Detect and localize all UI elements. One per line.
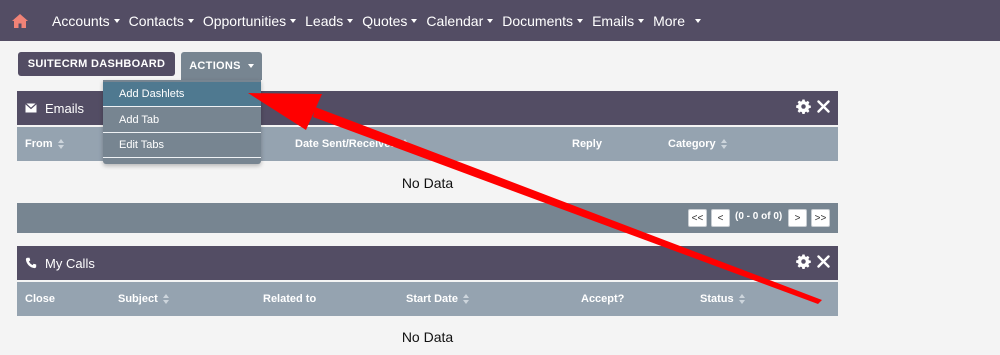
menu-item-edit-tabs[interactable]: Edit Tabs bbox=[103, 133, 261, 157]
caret-down-icon bbox=[187, 18, 194, 23]
nav-item-label: Emails bbox=[592, 12, 635, 29]
actions-button[interactable]: ACTIONS bbox=[181, 52, 262, 80]
column-label: Status bbox=[700, 293, 734, 305]
close-icon[interactable] bbox=[817, 100, 830, 116]
nav-item-emails[interactable]: Emails bbox=[592, 12, 645, 29]
calls-dashlet-header: My Calls bbox=[17, 246, 838, 280]
column-from[interactable]: From bbox=[25, 127, 64, 161]
column-subject[interactable]: Subject bbox=[118, 282, 169, 316]
nav-item-label: Leads bbox=[305, 12, 344, 29]
column-label: Close bbox=[25, 293, 55, 305]
column-start-date[interactable]: Start Date bbox=[406, 282, 469, 316]
sort-icon bbox=[738, 294, 745, 304]
home-button[interactable] bbox=[0, 0, 40, 41]
menu-item-add-dashlets[interactable]: Add Dashlets bbox=[103, 82, 261, 106]
column-date-sent[interactable]: Date Sent/Received bbox=[295, 127, 409, 161]
nav-item-contacts[interactable]: Contacts bbox=[129, 13, 194, 29]
nav-item-more[interactable]: More bbox=[653, 13, 701, 29]
calls-empty-message: No Data bbox=[401, 329, 454, 345]
column-label: Accept? bbox=[581, 293, 625, 305]
gear-icon[interactable] bbox=[796, 99, 811, 117]
caret-down-icon bbox=[411, 18, 418, 23]
sort-icon bbox=[402, 139, 409, 149]
nav-item-quotes[interactable]: Quotes bbox=[362, 12, 418, 29]
column-close: Close bbox=[25, 282, 55, 316]
nav-item-label: Quotes bbox=[362, 12, 408, 29]
nav-item-opportunities[interactable]: Opportunities bbox=[202, 12, 297, 29]
column-label: Reply bbox=[572, 138, 602, 150]
previous-page-button[interactable]: < bbox=[711, 209, 730, 227]
nav-item-label: Documents bbox=[502, 12, 574, 29]
caret-down-icon bbox=[577, 18, 584, 23]
emails-dashlet-title: Emails bbox=[45, 100, 85, 116]
dashboard-tab-button[interactable]: SUITECRM DASHBOARD bbox=[18, 52, 175, 76]
close-icon[interactable] bbox=[817, 255, 830, 271]
column-label: Date Sent/Received bbox=[295, 138, 398, 150]
column-label: Subject bbox=[118, 293, 158, 305]
next-page-button[interactable]: > bbox=[788, 209, 807, 227]
pagination-info: (0 - 0 of 0) bbox=[735, 211, 783, 222]
caret-down-icon bbox=[638, 18, 645, 23]
nav-item-leads[interactable]: Leads bbox=[305, 12, 354, 29]
caret-down-icon bbox=[694, 18, 701, 23]
column-category[interactable]: Category bbox=[668, 127, 727, 161]
dashlet-tools bbox=[796, 99, 830, 117]
home-icon bbox=[12, 13, 28, 28]
dashlet-tools bbox=[796, 254, 830, 272]
nav-item-label: More bbox=[653, 12, 685, 29]
module-menu: Accounts Contacts Opportunities Leads Qu… bbox=[52, 0, 710, 41]
sort-icon bbox=[162, 294, 169, 304]
column-label: From bbox=[25, 138, 53, 150]
sort-icon bbox=[720, 139, 727, 149]
calls-column-headers: Close Subject Related to Start Date Acce… bbox=[17, 282, 838, 316]
actions-button-label: ACTIONS bbox=[189, 60, 241, 72]
first-page-button[interactable]: << bbox=[688, 209, 707, 227]
emails-empty-message: No Data bbox=[401, 175, 454, 191]
caret-down-icon bbox=[487, 18, 494, 23]
nav-item-calendar[interactable]: Calendar bbox=[426, 12, 494, 29]
column-reply: Reply bbox=[572, 127, 602, 161]
nav-item-label: Opportunities bbox=[202, 12, 287, 29]
calls-dashlet-title: My Calls bbox=[45, 255, 95, 271]
actions-dropdown-menu: Add Dashlets Add Tab Edit Tabs bbox=[103, 80, 261, 164]
nav-item-documents[interactable]: Documents bbox=[502, 12, 584, 29]
column-status[interactable]: Status bbox=[700, 282, 745, 316]
column-related-to: Related to bbox=[263, 282, 316, 316]
top-navigation: Accounts Contacts Opportunities Leads Qu… bbox=[0, 0, 1000, 41]
nav-item-label: Accounts bbox=[52, 12, 110, 29]
nav-item-accounts[interactable]: Accounts bbox=[52, 13, 120, 29]
last-page-button[interactable]: >> bbox=[811, 209, 830, 227]
caret-down-icon bbox=[347, 18, 354, 23]
envelope-icon bbox=[25, 103, 37, 113]
column-label: Category bbox=[668, 138, 716, 150]
nav-item-label: Calendar bbox=[426, 12, 484, 29]
emails-pagination: << < (0 - 0 of 0) > >> bbox=[17, 203, 838, 233]
caret-down-icon bbox=[290, 18, 297, 23]
sort-icon bbox=[462, 294, 469, 304]
menu-item-add-tab[interactable]: Add Tab bbox=[103, 108, 261, 132]
phone-icon bbox=[25, 257, 37, 269]
menu-divider bbox=[103, 157, 261, 158]
column-accept: Accept? bbox=[581, 282, 624, 316]
caret-down-icon bbox=[247, 64, 254, 68]
gear-icon[interactable] bbox=[796, 254, 811, 272]
column-label: Start Date bbox=[406, 293, 458, 305]
caret-down-icon bbox=[113, 18, 120, 23]
menu-divider bbox=[103, 106, 261, 107]
nav-item-label: Contacts bbox=[128, 12, 184, 29]
sort-icon bbox=[57, 139, 64, 149]
column-label: Related to bbox=[263, 293, 317, 305]
